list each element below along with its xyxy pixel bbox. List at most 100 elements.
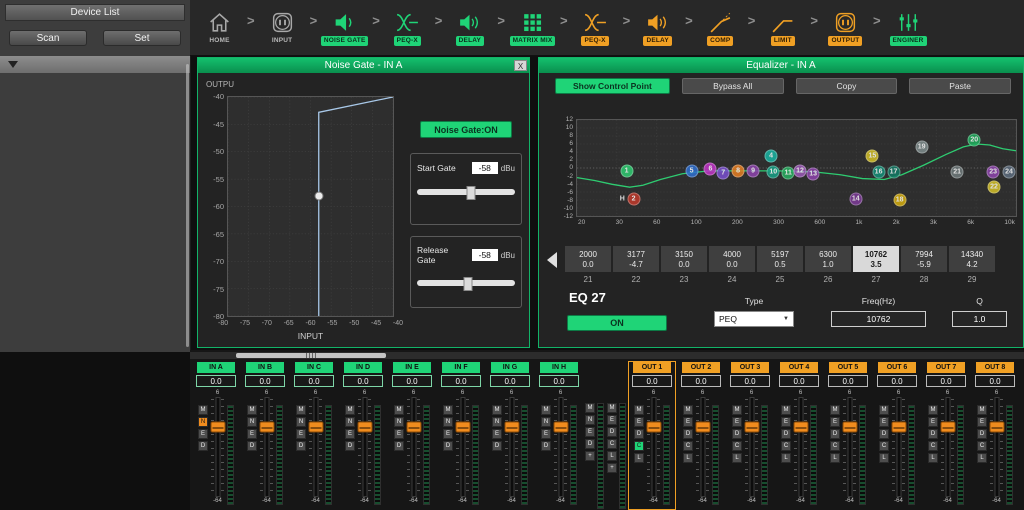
channel-button-n[interactable]: N (296, 417, 306, 427)
channel-fader[interactable]: 6-64 (553, 389, 568, 509)
channel-button-e[interactable]: E (443, 429, 453, 439)
channel-button-n[interactable]: N (198, 417, 208, 427)
fader-handle[interactable] (989, 422, 1004, 433)
channel-button-e[interactable]: E (247, 429, 257, 439)
channel-button-n[interactable]: N (247, 417, 257, 427)
eq-point-2[interactable]: 2 (627, 193, 640, 206)
fader-handle[interactable] (308, 422, 323, 433)
eq-band-cell-25[interactable]: 51970.5 (757, 246, 803, 272)
channel-button-m[interactable]: M (634, 405, 644, 415)
fader-handle[interactable] (646, 422, 661, 433)
channel-button-e[interactable]: E (607, 415, 617, 425)
toolbar-item-matrix-mix[interactable]: MATRIX MIX (505, 10, 560, 46)
channel-button-m[interactable]: M (198, 405, 208, 415)
channel-button-m[interactable]: M (683, 405, 693, 415)
channel-button-c[interactable]: C (781, 441, 791, 451)
eq-point-22[interactable]: 22 (988, 180, 1001, 193)
eq-point-20[interactable]: 20 (968, 133, 981, 146)
fader-track[interactable] (358, 397, 371, 497)
eq-point-7[interactable]: 7 (717, 166, 730, 179)
fader-handle[interactable] (940, 422, 955, 433)
channel-button-c[interactable]: C (879, 441, 889, 451)
channel-button-e[interactable]: E (879, 417, 889, 427)
fader-track[interactable] (554, 397, 567, 497)
channel-button-e[interactable]: E (928, 417, 938, 427)
channel-button-d[interactable]: D (296, 441, 306, 451)
channel-button-n[interactable]: N (541, 417, 551, 427)
channel-button-l[interactable]: L (928, 453, 938, 463)
channel-button-d[interactable]: D (541, 441, 551, 451)
fader-handle[interactable] (357, 422, 372, 433)
eq-band-cell-21[interactable]: 20000.0 (565, 246, 611, 272)
channel-gain-value[interactable]: 0.0 (632, 375, 672, 387)
channel-button-d[interactable]: D (345, 441, 355, 451)
channel-fader[interactable]: 6-64 (842, 389, 857, 509)
eq-point-15[interactable]: 15 (866, 150, 879, 163)
channel-button-c[interactable]: C (732, 441, 742, 451)
channel-button-e[interactable]: E (198, 429, 208, 439)
channel-button-d[interactable]: D (928, 429, 938, 439)
channel-button-e[interactable]: E (683, 417, 693, 427)
channel-gain-value[interactable]: 0.0 (975, 375, 1015, 387)
toolbar-item-peq-x[interactable]: PEQ-X (380, 10, 435, 46)
type-dropdown[interactable]: PEQ ▼ (714, 311, 794, 327)
channel-button-c[interactable]: C (683, 441, 693, 451)
channel-button-e[interactable]: E (296, 429, 306, 439)
eq-point-6[interactable]: 6 (704, 162, 717, 175)
channel-gain-value[interactable]: 0.0 (343, 375, 383, 387)
toolbar-item-peq-x-out[interactable]: PEQ-X (568, 10, 623, 46)
eq-point-12[interactable]: 12 (794, 164, 807, 177)
eq-point-1[interactable]: 1 (620, 164, 633, 177)
channel-fader[interactable]: 6-64 (406, 389, 421, 509)
channel-fader[interactable]: 6-64 (308, 389, 323, 509)
channel-button-d[interactable]: D (977, 429, 987, 439)
eq-band-cell-24[interactable]: 40000.0 (709, 246, 755, 272)
channel-button-m[interactable]: M (345, 405, 355, 415)
channel-button-e[interactable]: E (585, 427, 595, 437)
channel-fader[interactable]: 6-64 (504, 389, 519, 509)
eq-band-cell-22[interactable]: 3177-4.7 (613, 246, 659, 272)
channel-button-c[interactable]: C (634, 441, 644, 451)
channel-button-d[interactable]: D (198, 441, 208, 451)
noise-gate-titlebar[interactable]: Noise Gate - IN A X (198, 58, 529, 73)
q-input[interactable]: 1.0 (952, 311, 1007, 327)
release-gate-slider[interactable] (417, 280, 515, 286)
channel-button-d[interactable]: D (732, 429, 742, 439)
channel-button-m[interactable]: M (296, 405, 306, 415)
toolbar-item-enginer-out[interactable]: ENGINER (881, 10, 936, 46)
channel-button-d[interactable]: D (394, 441, 404, 451)
eq-point-17[interactable]: 17 (887, 165, 900, 178)
device-group-row[interactable] (0, 56, 190, 73)
channel-fader[interactable]: 6-64 (793, 389, 808, 509)
channel-button-l[interactable]: L (634, 453, 644, 463)
channel-fader[interactable]: 6-64 (357, 389, 372, 509)
fader-handle[interactable] (553, 422, 568, 433)
channel-button-m[interactable]: M (928, 405, 938, 415)
channel-gain-value[interactable]: 0.0 (392, 375, 432, 387)
fader-handle[interactable] (406, 422, 421, 433)
channel-fader[interactable]: 6-64 (940, 389, 955, 509)
channel-fader[interactable]: 6-64 (695, 389, 710, 509)
channel-button-d[interactable]: D (585, 439, 595, 449)
fader-handle[interactable] (842, 422, 857, 433)
channel-button-e[interactable]: E (492, 429, 502, 439)
fader-track[interactable] (309, 397, 322, 497)
channel-button-c[interactable]: C (928, 441, 938, 451)
channel-button-d[interactable]: D (830, 429, 840, 439)
eq-band-cell-23[interactable]: 31500.0 (661, 246, 707, 272)
channel-gain-value[interactable]: 0.0 (294, 375, 334, 387)
channel-button-d[interactable]: D (607, 427, 617, 437)
fader-handle[interactable] (504, 422, 519, 433)
channel-gain-value[interactable]: 0.0 (441, 375, 481, 387)
fader-track[interactable] (647, 397, 660, 497)
band-prev-arrow-icon[interactable] (547, 252, 557, 268)
mixer-scrollbar[interactable] (190, 352, 1024, 359)
channel-gain-value[interactable]: 0.0 (779, 375, 819, 387)
close-icon[interactable]: X (514, 60, 527, 71)
fader-track[interactable] (456, 397, 469, 497)
fader-handle[interactable] (695, 422, 710, 433)
eq-point-8[interactable]: 8 (732, 164, 745, 177)
channel-fader[interactable]: 6-64 (455, 389, 470, 509)
channel-gain-value[interactable]: 0.0 (539, 375, 579, 387)
channel-button-n[interactable]: N (345, 417, 355, 427)
